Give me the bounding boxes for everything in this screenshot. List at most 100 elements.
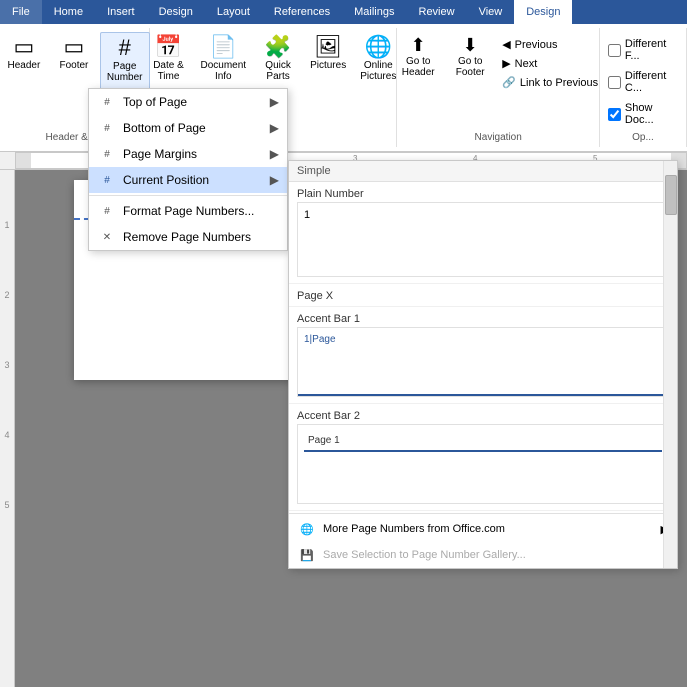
different-odd-checkbox-row[interactable]: Different C...: [608, 68, 678, 96]
menu-item-page-margins[interactable]: # Page Margins ▶: [89, 141, 287, 167]
menu-divider: [89, 195, 287, 196]
next-label: Next: [515, 58, 538, 70]
format-page-numbers-label: Format Page Numbers...: [123, 204, 254, 218]
tab-mailings[interactable]: Mailings: [342, 0, 406, 24]
top-of-page-arrow: ▶: [270, 95, 279, 109]
tab-insert[interactable]: Insert: [95, 0, 147, 24]
left-margin: 1 2 3 4 5: [0, 170, 15, 687]
tab-design[interactable]: Design: [147, 0, 205, 24]
menu-item-top-of-page[interactable]: # Top of Page ▶: [89, 89, 287, 115]
page-margins-arrow: ▶: [270, 147, 279, 161]
bottom-of-page-arrow: ▶: [270, 121, 279, 135]
date-time-icon: 📅: [155, 36, 182, 58]
page-margins-icon: #: [97, 146, 117, 162]
pictures-button[interactable]: 🖼 Pictures: [304, 32, 352, 128]
tab-home[interactable]: Home: [42, 0, 95, 24]
current-position-arrow: ▶: [270, 173, 279, 187]
context-menu: # Top of Page ▶ # Bottom of Page ▶ # Pag…: [88, 88, 288, 251]
pictures-label: Pictures: [310, 60, 346, 71]
top-of-page-icon: #: [97, 94, 117, 110]
top-of-page-label: Top of Page: [123, 95, 187, 109]
header-icon: ▭: [14, 36, 35, 58]
margin-num-3: 3: [4, 360, 9, 370]
menu-item-current-position[interactable]: # Current Position ▶: [89, 167, 287, 193]
gallery-item-page-x[interactable]: Page X: [289, 284, 677, 307]
next-icon: ▶: [502, 57, 510, 70]
tab-view[interactable]: View: [467, 0, 515, 24]
tab-references[interactable]: References: [262, 0, 342, 24]
current-position-label: Current Position: [123, 173, 209, 187]
submenu-divider: [289, 513, 677, 514]
online-pictures-icon: 🌐: [365, 36, 392, 58]
online-pictures-label: OnlinePictures: [360, 60, 396, 82]
margin-num-5: 5: [4, 500, 9, 510]
more-page-numbers-label: More Page Numbers from Office.com: [323, 523, 505, 535]
accent-bar-1-decoration: [298, 394, 668, 396]
remove-page-numbers-icon: ✕: [97, 229, 117, 245]
document-info-icon: 📄: [210, 36, 237, 58]
tab-layout[interactable]: Layout: [205, 0, 262, 24]
plain-number-text: 1: [304, 209, 310, 221]
save-selection-label: Save Selection to Page Number Gallery...: [323, 549, 526, 561]
more-page-numbers-button[interactable]: 🌐 More Page Numbers from Office.com ▶: [289, 516, 677, 542]
different-odd-label: Different C...: [625, 70, 678, 94]
accent-bar-2-title: Accent Bar 2: [297, 410, 669, 422]
gallery-item-plain-number[interactable]: Plain Number 1: [289, 182, 677, 284]
different-first-label: Different F...: [625, 38, 678, 62]
plain-number-title: Plain Number: [297, 188, 669, 200]
goto-footer-label: Go toFooter: [456, 56, 485, 78]
accent-bar-1-preview: 1|Page: [297, 327, 669, 397]
link-to-previous-button[interactable]: 🔗 Link to Previous: [498, 74, 602, 91]
format-page-numbers-icon: #: [97, 203, 117, 219]
accent-bar-2-decoration: [304, 450, 662, 452]
accent-bar-1-text: 1|Page: [304, 334, 336, 345]
different-first-checkbox[interactable]: [608, 44, 621, 57]
goto-header-button[interactable]: ⬆ Go toHeader: [394, 32, 442, 82]
header-button[interactable]: ▭ Header: [0, 32, 48, 128]
page-number-label: PageNumber: [107, 61, 143, 83]
show-doc-checkbox-row[interactable]: Show Doc...: [608, 100, 678, 128]
menu-item-remove-page-numbers[interactable]: ✕ Remove Page Numbers: [89, 224, 287, 250]
pictures-icon: 🖼: [314, 36, 342, 58]
different-first-checkbox-row[interactable]: Different F...: [608, 36, 678, 64]
document-info-label: DocumentInfo: [201, 60, 247, 82]
scroll-thumb[interactable]: [665, 175, 677, 215]
bottom-of-page-icon: #: [97, 120, 117, 136]
tab-design-active[interactable]: Design: [514, 0, 572, 24]
menu-item-bottom-of-page[interactable]: # Bottom of Page ▶: [89, 115, 287, 141]
ribbon-tabs-bar: File Home Insert Design Layout Reference…: [0, 0, 687, 24]
goto-header-icon: ⬆: [411, 36, 426, 54]
accent-bar-2-text: Page 1: [304, 431, 344, 450]
next-button[interactable]: ▶ Next: [498, 55, 602, 72]
page-number-icon: #: [119, 37, 131, 59]
submenu-scrollbar[interactable]: [663, 161, 677, 568]
link-to-previous-label: Link to Previous: [520, 77, 598, 89]
page-x-title: Page X: [297, 290, 669, 302]
goto-footer-icon: ⬇: [463, 36, 478, 54]
menu-item-format-page-numbers[interactable]: # Format Page Numbers...: [89, 198, 287, 224]
current-position-icon: #: [97, 172, 117, 188]
save-selection-button: 💾 Save Selection to Page Number Gallery.…: [289, 542, 677, 568]
accent-bar-2-preview: Page 1: [297, 424, 669, 504]
different-odd-checkbox[interactable]: [608, 76, 621, 89]
save-selection-icon: 💾: [297, 547, 317, 563]
tab-file[interactable]: File: [0, 0, 42, 24]
quick-parts-label: QuickParts: [265, 60, 291, 82]
more-page-numbers-icon: 🌐: [297, 521, 317, 537]
gallery-item-accent-bar-2[interactable]: Accent Bar 2 Page 1: [289, 404, 677, 511]
margin-num-2: 2: [4, 290, 9, 300]
navigation-group-label: Navigation: [475, 128, 522, 143]
submenu-gallery: Simple Plain Number 1 Page X Accent Bar …: [288, 160, 678, 569]
margin-num-1: 1: [4, 220, 9, 230]
navigation-group: ⬆ Go toHeader ⬇ Go toFooter ◀ Previous ▶…: [397, 28, 600, 147]
goto-footer-button[interactable]: ⬇ Go toFooter: [446, 32, 494, 82]
tab-review[interactable]: Review: [407, 0, 467, 24]
options-group-label: Op...: [632, 128, 654, 143]
show-doc-checkbox[interactable]: [608, 108, 621, 121]
show-doc-label: Show Doc...: [625, 102, 678, 126]
options-group: Different F... Different C... Show Doc..…: [600, 28, 687, 147]
bottom-of-page-label: Bottom of Page: [123, 121, 206, 135]
gallery-item-accent-bar-1[interactable]: Accent Bar 1 1|Page: [289, 307, 677, 404]
previous-button[interactable]: ◀ Previous: [498, 36, 602, 53]
submenu-header: Simple: [289, 161, 677, 182]
